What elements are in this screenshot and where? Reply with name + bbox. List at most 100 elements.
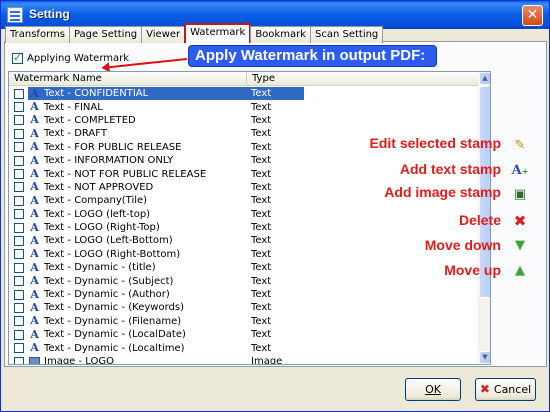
scroll-up-icon[interactable]: ▲ <box>479 72 490 85</box>
table-row[interactable]: A Text - LOGO (Right-Bottom) Text <box>9 248 479 261</box>
text-stamp-icon: A <box>30 341 39 355</box>
label-edit-selected-stamp: Edit selected stamp <box>369 135 502 151</box>
row-type: Text <box>251 88 272 100</box>
row-type: Text <box>251 155 272 167</box>
table-row[interactable]: A Text - LOGO (Right-Top) Text <box>9 221 479 234</box>
row-checkbox[interactable] <box>14 128 24 139</box>
row-type: Text <box>251 275 272 287</box>
label-add-text-stamp: Add text stamp <box>399 161 501 177</box>
table-row[interactable]: A Text - Dynamic - (Localtime) Text <box>9 341 479 354</box>
table-row[interactable]: A Text - LOGO (left-top) Text <box>9 208 479 221</box>
row-checkbox[interactable] <box>14 276 24 287</box>
row-checkbox[interactable] <box>14 329 24 340</box>
row-type: Text <box>251 222 272 234</box>
row-type: Text <box>251 235 272 247</box>
row-checkbox[interactable] <box>14 235 24 246</box>
row-name: Text - Dynamic - (Subject) <box>44 275 174 287</box>
row-type: Text <box>251 329 272 341</box>
arrow-down-icon[interactable]: ▼ <box>511 237 529 255</box>
row-type: Text <box>251 114 272 126</box>
row-checkbox[interactable] <box>14 115 24 126</box>
window-title: Setting <box>29 7 70 21</box>
row-checkbox[interactable] <box>14 249 24 260</box>
row-type: Text <box>251 101 272 113</box>
table-row[interactable]: A Text - Dynamic - (Keywords) Text <box>9 301 479 314</box>
row-checkbox[interactable] <box>14 209 24 220</box>
table-row[interactable]: A Text - Dynamic - (title) Text <box>9 261 479 274</box>
table-row[interactable]: A Text - Dynamic - (Filename) Text <box>9 315 479 328</box>
ok-button[interactable]: OK <box>405 378 461 401</box>
arrow-up-icon[interactable]: ▲ <box>511 262 529 280</box>
row-checkbox[interactable] <box>14 88 24 99</box>
text-stamp-icon: A <box>30 260 39 274</box>
row-checkbox[interactable] <box>14 316 24 327</box>
applying-watermark-label[interactable]: Applying Watermark <box>27 53 129 64</box>
add-text-stamp-icon[interactable]: A+ <box>511 162 529 180</box>
tab-watermark[interactable]: Watermark <box>184 23 252 43</box>
text-stamp-icon: A <box>30 327 39 341</box>
table-row[interactable]: A Text - COMPLETED Text <box>9 114 479 127</box>
row-checkbox[interactable] <box>14 302 24 313</box>
text-stamp-icon: A <box>30 193 39 207</box>
text-stamp-icon: A <box>30 100 39 114</box>
table-row[interactable]: A Text - CONFIDENTIAL Text <box>9 87 479 100</box>
text-stamp-icon: A <box>30 167 39 181</box>
row-checkbox[interactable] <box>14 102 24 113</box>
row-checkbox[interactable] <box>14 343 24 354</box>
row-checkbox[interactable] <box>14 155 24 166</box>
row-checkbox[interactable] <box>14 356 24 364</box>
close-button[interactable]: ✕ <box>522 5 543 26</box>
row-type: Image <box>251 356 283 365</box>
row-name: Text - LOGO (left-top) <box>44 208 151 220</box>
row-type: Text <box>251 168 272 180</box>
row-type: Text <box>251 128 272 140</box>
row-checkbox[interactable] <box>14 222 24 233</box>
row-name: Text - FOR PUBLIC RELEASE <box>44 141 182 153</box>
row-checkbox[interactable] <box>14 195 24 206</box>
tab-bookmark[interactable]: Bookmark <box>250 26 311 43</box>
delete-icon[interactable]: ✖ <box>511 212 529 230</box>
table-row[interactable]: A Text - Dynamic - (Author) Text <box>9 288 479 301</box>
applying-watermark-row[interactable]: Applying Watermark <box>12 51 129 65</box>
tab-scan-setting[interactable]: Scan Setting <box>309 26 384 43</box>
row-checkbox[interactable] <box>14 182 24 193</box>
text-stamp-icon: A <box>30 220 39 234</box>
table-row[interactable]: A Text - Dynamic - (LocalDate) Text <box>9 328 479 341</box>
label-add-image-stamp: Add image stamp <box>384 184 501 200</box>
row-name: Text - LOGO (Right-Top) <box>44 222 160 234</box>
label-move-down: Move down <box>424 237 501 253</box>
table-row[interactable]: Image - LOGO Image <box>9 355 479 365</box>
row-checkbox[interactable] <box>14 262 24 273</box>
row-checkbox[interactable] <box>14 289 24 300</box>
scroll-down-icon[interactable]: ▼ <box>479 351 490 364</box>
row-type: Text <box>251 195 272 207</box>
tab-transforms[interactable]: Transforms <box>5 26 70 43</box>
column-header-type[interactable]: Type <box>247 72 479 86</box>
applying-watermark-checkbox[interactable] <box>12 51 23 64</box>
row-type: Text <box>251 208 272 220</box>
row-name: Text - Dynamic - (Localtime) <box>44 342 185 354</box>
add-image-stamp-icon[interactable]: ▣ <box>511 186 529 204</box>
row-type: Text <box>251 289 272 301</box>
table-row[interactable]: A Text - LOGO (Left-Bottom) Text <box>9 234 479 247</box>
row-name: Text - NOT APPROVED <box>44 181 154 193</box>
table-row[interactable]: A Text - FINAL Text <box>9 100 479 113</box>
watermark-list[interactable]: Watermark Name Type A Text - CONFIDENTIAL… <box>8 71 491 365</box>
annotation-banner: Apply Watermark in output PDF: <box>188 45 437 67</box>
row-checkbox[interactable] <box>14 169 24 180</box>
row-name: Text - Dynamic - (Keywords) <box>44 302 184 314</box>
row-type: Text <box>251 342 272 354</box>
text-stamp-icon: A <box>30 140 39 154</box>
tab-viewer[interactable]: Viewer <box>141 26 186 43</box>
app-icon <box>7 7 23 23</box>
row-checkbox[interactable] <box>14 142 24 153</box>
column-header-name[interactable]: Watermark Name <box>9 72 247 86</box>
row-name: Text - Dynamic - (LocalDate) <box>44 329 186 341</box>
tab-page-setting[interactable]: Page Setting <box>68 26 143 43</box>
row-name: Text - Dynamic - (Author) <box>44 289 170 301</box>
edit-stamp-icon[interactable]: ✎ <box>511 137 529 155</box>
list-rows: A Text - CONFIDENTIAL Text A Text - FINAL Tex… <box>9 87 479 365</box>
table-row[interactable]: A Text - Dynamic - (Subject) Text <box>9 274 479 287</box>
cancel-button[interactable]: ✖ Cancel <box>475 378 536 401</box>
cancel-button-label: Cancel <box>493 383 532 396</box>
